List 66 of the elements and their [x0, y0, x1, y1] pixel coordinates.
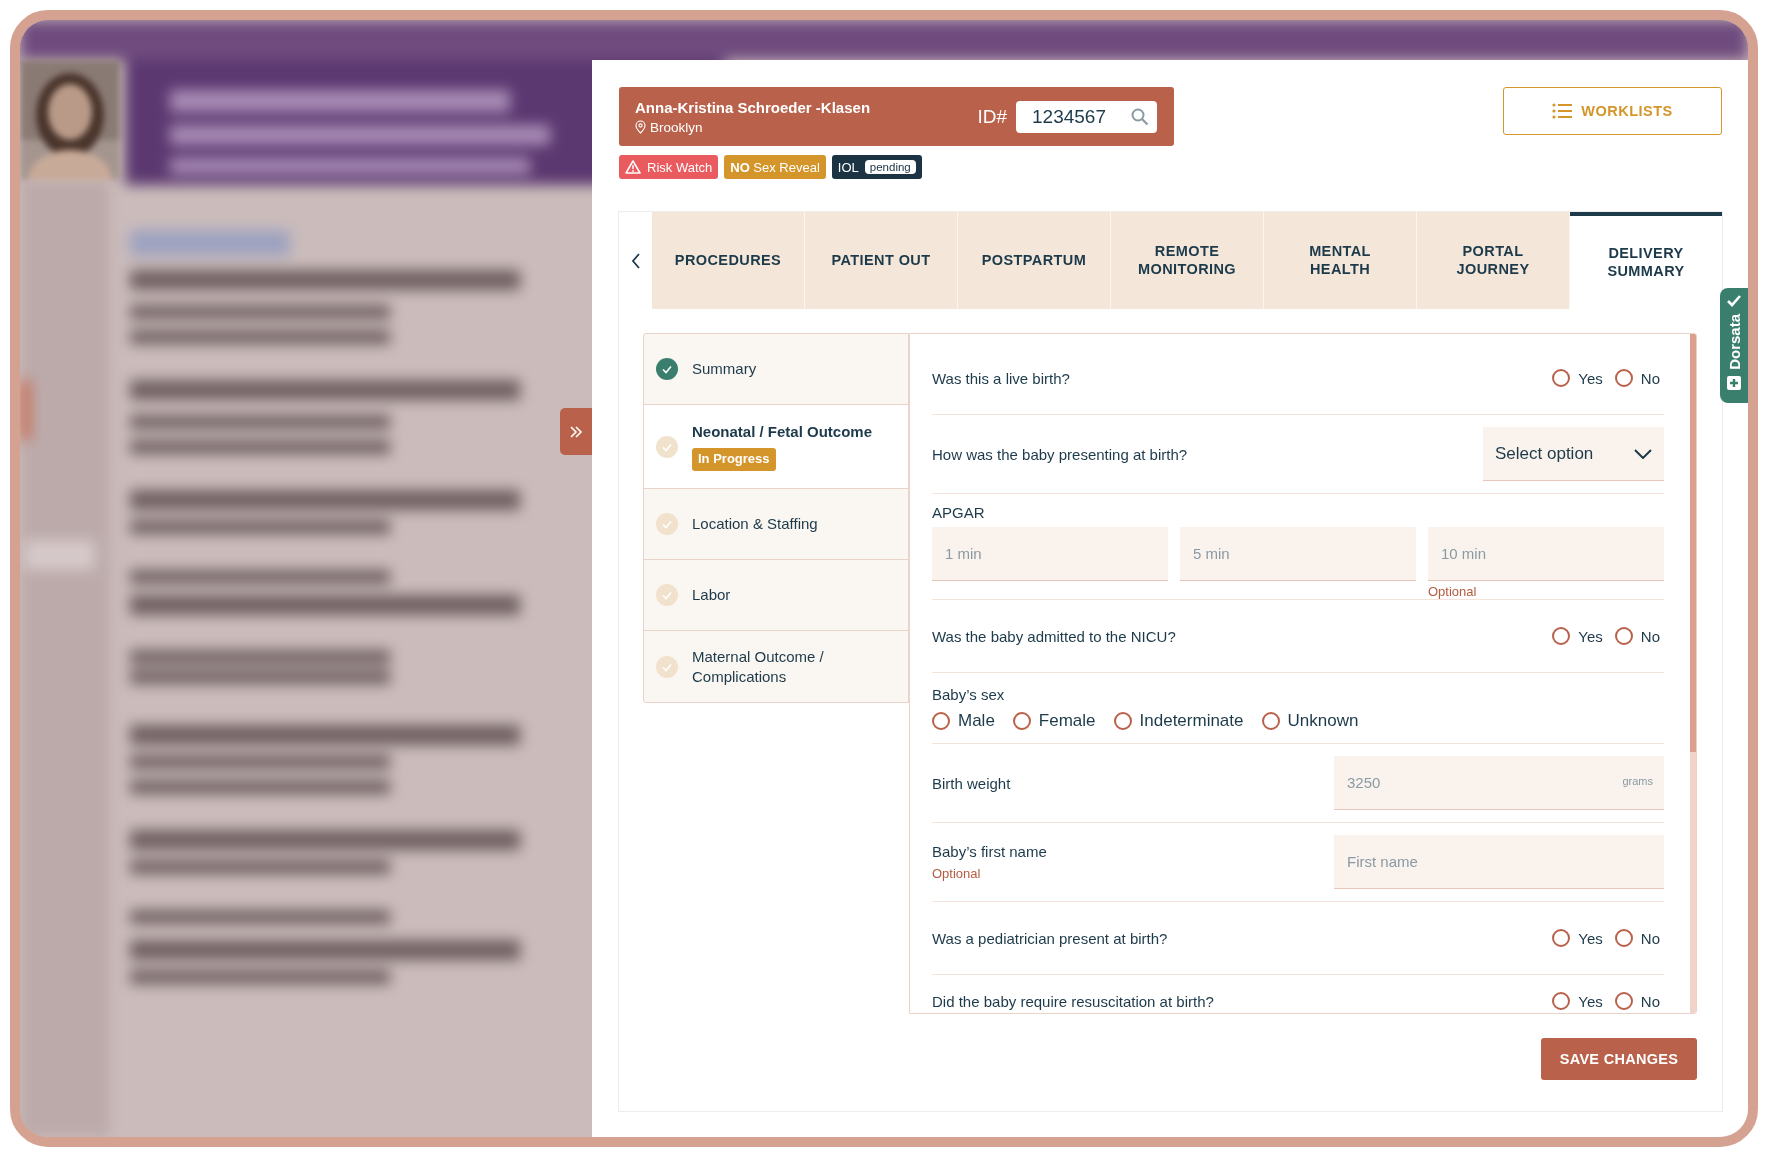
progress-badge: In Progress [692, 447, 776, 471]
tab[interactable]: REMOTE MONITORING [1111, 212, 1264, 309]
question-label: Baby’s first name [932, 843, 1047, 860]
patient-location: Brooklyn [650, 119, 703, 135]
check-icon [1726, 294, 1742, 308]
question-label: Was the baby admitted to the NICU? [932, 627, 1176, 645]
question-label: Did the baby require resuscitation at birth? [932, 992, 1214, 1010]
chevron-down-icon [1634, 448, 1652, 459]
radio-option[interactable]: Yes [1552, 369, 1603, 387]
optional-hint: Optional [932, 866, 982, 881]
patient-name: Anna-Kristina Schroeder -Klasen [635, 98, 872, 116]
tab[interactable]: POSTPARTUM [958, 212, 1111, 309]
question-label: Was this a live birth? [932, 369, 1070, 387]
status-pill: pending [864, 160, 916, 174]
tab[interactable]: PORTAL JOURNEY [1417, 212, 1570, 309]
location-pin-icon [635, 120, 646, 134]
plus-icon [1727, 375, 1741, 390]
tab[interactable]: PATIENT OUT [805, 212, 958, 309]
search-icon [1131, 107, 1149, 126]
question-label: Was a pediatrician present at birth? [932, 929, 1168, 947]
status-badge: IOL pending [831, 155, 922, 179]
question-label: Baby’s sex [932, 685, 1005, 703]
step-item[interactable]: Maternal Outcome / Complications [644, 631, 908, 702]
side-tab-label: Dorsata [1725, 314, 1743, 370]
radio-option[interactable]: Yes [1552, 627, 1603, 645]
radio-option[interactable]: Unknown [1261, 710, 1359, 731]
id-label: ID# [977, 105, 1007, 128]
chevron-left-icon [630, 252, 641, 269]
radio-option[interactable]: No [1614, 627, 1660, 645]
select-dropdown[interactable]: Select option [1483, 427, 1664, 481]
input-field[interactable]: 10 min [1428, 527, 1664, 581]
input-field[interactable]: 1 min [932, 527, 1168, 581]
step-label: Neonatal / Fetal Outcome [692, 422, 873, 442]
input-field[interactable]: First name [1334, 835, 1664, 889]
radio-option[interactable]: No [1614, 929, 1660, 947]
status-badge: Risk Watch [619, 155, 719, 179]
side-tab[interactable]: Dorsata [1720, 288, 1748, 403]
question-label: How was the baby presenting at birth? [932, 445, 1188, 463]
radio-option[interactable]: No [1614, 369, 1660, 387]
status-badge: NO Sex Reveal [724, 155, 826, 179]
step-item[interactable]: Location & Staffing [644, 489, 908, 560]
scrollbar[interactable] [1690, 334, 1696, 1013]
question-label: Birth weight [932, 774, 1011, 792]
input-field[interactable]: 5 min [1180, 527, 1416, 581]
list-icon [1552, 103, 1573, 119]
radio-option[interactable]: No [1614, 992, 1660, 1010]
tab[interactable]: MENTAL HEALTH [1264, 212, 1417, 309]
radio-option[interactable]: Yes [1552, 929, 1603, 947]
step-item[interactable]: Labor [644, 560, 908, 631]
id-search-field[interactable]: 1234567 [1016, 100, 1157, 133]
optional-hint: Optional [1428, 584, 1478, 599]
radio-option[interactable]: Male [932, 710, 995, 731]
radio-option[interactable]: Indeterminate [1113, 710, 1244, 731]
step-item[interactable]: Neonatal / Fetal Outcome In Progress [644, 405, 908, 489]
tab[interactable]: PROCEDURES [652, 212, 805, 309]
question-label: APGAR [932, 504, 986, 521]
step-label: Location & Staffing [692, 514, 818, 534]
save-changes-button[interactable]: SAVE CHANGES [1541, 1038, 1697, 1080]
double-chevron-icon [568, 423, 584, 440]
step-label: Labor [692, 585, 731, 605]
step-label: Maternal Outcome / Complications [692, 647, 825, 686]
warning-icon [625, 160, 641, 174]
expand-button[interactable] [560, 408, 592, 455]
radio-option[interactable]: Yes [1552, 992, 1603, 1010]
radio-option[interactable]: Female [1012, 710, 1096, 731]
step-label: Summary [692, 359, 757, 379]
